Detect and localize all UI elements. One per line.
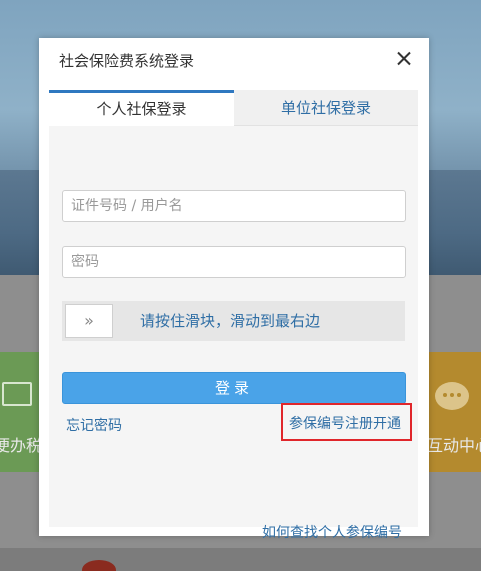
- register-link[interactable]: 参保编号注册开通: [289, 413, 401, 433]
- slider-handle[interactable]: »: [65, 304, 113, 338]
- service-tile-left: 便办税: [0, 352, 43, 472]
- login-button[interactable]: 登录: [62, 372, 406, 404]
- background-footer: [0, 548, 481, 571]
- login-panel: 个人社保登录 单位社保登录 » 请按住滑块，滑动到最右边 登录 忘记密码 参保编…: [49, 90, 418, 541]
- tab-personal-login[interactable]: 个人社保登录: [49, 90, 234, 126]
- tile-left-label: 便办税: [0, 436, 43, 455]
- service-tile-right: 互动中心: [427, 352, 481, 472]
- slider-hint: 请按住滑块，滑动到最右边: [140, 312, 321, 330]
- login-tabs: 个人社保登录 单位社保登录: [49, 90, 418, 126]
- monitor-icon: [2, 382, 32, 406]
- password-input[interactable]: [62, 246, 406, 278]
- tile-right-label: 互动中心: [427, 436, 481, 455]
- username-input[interactable]: [62, 190, 406, 222]
- chat-bubble-icon: [435, 382, 469, 410]
- forgot-password-link[interactable]: 忘记密码: [66, 415, 122, 435]
- find-number-link[interactable]: 如何查找个人参保编号: [262, 522, 402, 542]
- slide-verify: » 请按住滑块，滑动到最右边: [62, 301, 405, 341]
- modal-title: 社会保险费系统登录: [59, 52, 195, 70]
- tab-company-login[interactable]: 单位社保登录: [234, 90, 418, 126]
- close-icon[interactable]: [393, 48, 415, 70]
- login-modal: 社会保险费系统登录 个人社保登录 单位社保登录 » 请按住滑块，滑动到最右边 登…: [39, 38, 429, 541]
